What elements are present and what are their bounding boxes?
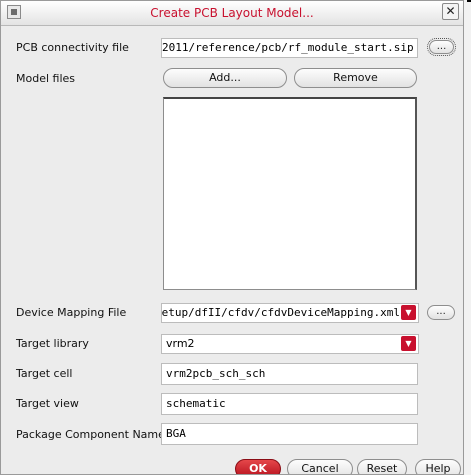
target-view-label: Target view xyxy=(16,397,79,410)
device-mapping-select[interactable]: etup/dfII/cfdv/cfdvDeviceMapping.xml xyxy=(161,303,419,323)
dropdown-arrow-icon[interactable]: ▼ xyxy=(401,336,416,351)
dropdown-arrow-icon[interactable]: ▼ xyxy=(401,305,416,320)
add-model-file-button[interactable]: Add... xyxy=(163,68,287,88)
target-cell-value: vrm2pcb_sch_sch xyxy=(166,367,266,380)
help-button[interactable]: Help xyxy=(415,459,461,474)
package-component-input[interactable]: BGA xyxy=(161,423,418,445)
pcb-connectivity-field[interactable]: 2011/reference/pcb/rf_module_start.sip xyxy=(161,38,418,58)
model-files-list[interactable] xyxy=(163,97,417,290)
target-view-input[interactable]: schematic xyxy=(161,393,418,415)
create-pcb-layout-dialog: Create PCB Layout Model... ✕ PCB connect… xyxy=(0,0,464,475)
target-library-select[interactable]: vrm2 xyxy=(161,334,419,354)
device-mapping-label: Device Mapping File xyxy=(16,306,127,319)
pcb-connectivity-value: 2011/reference/pcb/rf_module_start.sip xyxy=(162,41,414,54)
title-bar[interactable]: Create PCB Layout Model... ✕ xyxy=(1,1,463,26)
target-cell-label: Target cell xyxy=(16,367,73,380)
target-library-value: vrm2 xyxy=(166,337,195,350)
target-library-label: Target library xyxy=(16,337,89,350)
target-view-value: schematic xyxy=(166,397,226,410)
cancel-button[interactable]: Cancel xyxy=(287,459,353,474)
device-mapping-value: etup/dfII/cfdv/cfdvDeviceMapping.xml xyxy=(161,306,400,319)
package-component-label: Package Component Name xyxy=(16,428,165,441)
target-cell-input[interactable]: vrm2pcb_sch_sch xyxy=(161,363,418,385)
pcb-connectivity-browse-button[interactable]: ... xyxy=(427,38,456,56)
reset-button[interactable]: Reset xyxy=(357,459,407,474)
pcb-connectivity-label: PCB connectivity file xyxy=(16,41,129,54)
close-button[interactable]: ✕ xyxy=(442,3,459,20)
device-mapping-browse-button[interactable]: ... xyxy=(427,305,455,320)
package-component-value: BGA xyxy=(166,427,186,440)
dialog-title: Create PCB Layout Model... xyxy=(150,6,314,20)
ok-button[interactable]: OK xyxy=(235,459,281,474)
desktop-background xyxy=(464,0,471,475)
model-files-label: Model files xyxy=(16,72,76,85)
remove-model-file-button[interactable]: Remove xyxy=(294,68,417,88)
